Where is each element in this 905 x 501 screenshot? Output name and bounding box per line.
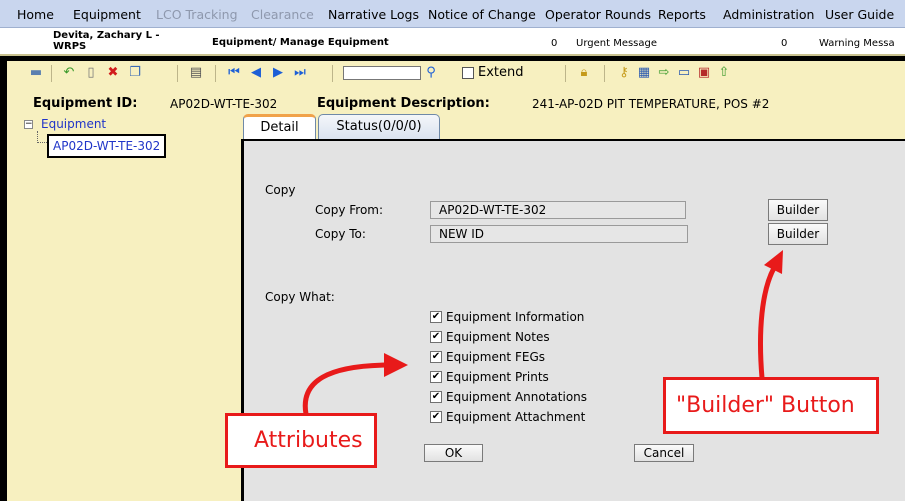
tab-detail[interactable]: Detail [243,114,316,140]
copy-what-label: Copy What: [265,290,335,304]
option-equipment-notes: Equipment Notes [446,330,550,344]
equipment-description-label: Equipment Description: [317,96,490,111]
menu-equipment[interactable]: Equipment [73,7,141,22]
copy-from-field[interactable]: AP02D-WT-TE-302 [430,201,686,219]
urgent-message-link[interactable]: Urgent Message [576,38,657,49]
copy-from-builder-button[interactable]: Builder [768,199,828,221]
menu-reports[interactable]: Reports [658,7,706,22]
cancel-button[interactable]: Cancel [634,444,694,462]
last-icon[interactable]: ⏭ [293,66,307,80]
lock-icon[interactable]: 🔒︎ [577,66,591,80]
equipment-panel: ▬ ↶ ▯ ✖ ❐ ▤ ⏮ ◀ ▶ ⏭ ⚲ Extend 🔒︎ ⚷ ▦ ⇨ ▭ … [7,61,905,501]
equipment-id-label: Equipment ID: [33,96,138,111]
upload-icon[interactable]: ⇧ [717,66,731,80]
menu-notice-of-change[interactable]: Notice of Change [428,7,536,22]
menu-clearance: Clearance [251,7,314,22]
delete-icon[interactable]: ✖ [106,66,120,80]
builder-button-callout: "Builder" Button [663,377,879,434]
toolbar-separator [565,65,566,82]
copy-icon[interactable]: ❐ [128,66,142,80]
copy-to-builder-button[interactable]: Builder [768,223,828,245]
toolbar-separator [215,65,216,82]
first-icon[interactable]: ⏮ [227,66,241,80]
copy-to-label: Copy To: [315,227,366,241]
main-frame: ▬ ↶ ▯ ✖ ❐ ▤ ⏮ ◀ ▶ ⏭ ⚲ Extend 🔒︎ ⚷ ▦ ⇨ ▭ … [0,56,905,501]
menu-administration[interactable]: Administration [723,7,814,22]
key-icon[interactable]: ⚷ [617,66,631,80]
menu-lco-tracking: LCO Tracking [156,7,238,22]
toolbar-search-input[interactable] [343,66,421,80]
option-equipment-fegs: Equipment FEGs [446,350,545,364]
toolbar: ▬ ↶ ▯ ✖ ❐ ▤ ⏮ ◀ ▶ ⏭ ⚲ Extend 🔒︎ ⚷ ▦ ⇨ ▭ … [7,61,905,86]
option-equipment-prints: Equipment Prints [446,370,549,384]
prev-icon[interactable]: ◀ [249,66,263,80]
toolbar-separator [51,65,52,82]
copy-section-label: Copy [265,183,296,197]
search-icon[interactable]: ⚲ [424,66,438,80]
checkbox-equipment-fegs[interactable]: ✔ [430,351,442,363]
option-equipment-information: Equipment Information [446,310,585,324]
checkbox-equipment-information[interactable]: ✔ [430,311,442,323]
checkbox-equipment-attachment[interactable]: ✔ [430,411,442,423]
ok-button[interactable]: OK [424,444,483,462]
top-menu-bar: Home Equipment LCO Tracking Clearance Na… [0,0,905,28]
tree-collapse-icon[interactable]: − [24,120,33,129]
menu-operator-rounds[interactable]: Operator Rounds [545,7,651,22]
tree-connector [37,131,47,143]
toolbar-separator [332,65,333,82]
menu-home[interactable]: Home [17,7,54,22]
equipment-description-value: 241-AP-02D PIT TEMPERATURE, POS #2 [532,97,770,111]
user-info-bar: Devita, Zachary L - WRPS Equipment/ Mana… [0,28,905,56]
tree-node-selected[interactable]: AP02D-WT-TE-302 [47,134,167,158]
document-icon[interactable]: ▭ [677,66,691,80]
undo-icon[interactable]: ↶ [62,66,76,80]
option-equipment-attachment: Equipment Attachment [446,410,586,424]
tree-root-equipment[interactable]: Equipment [41,117,106,131]
breadcrumb: Equipment/ Manage Equipment [212,37,389,48]
extend-label: Extend [478,65,524,80]
extend-checkbox[interactable] [462,67,474,79]
checkbox-equipment-prints[interactable]: ✔ [430,371,442,383]
tab-status[interactable]: Status(0/0/0) [318,114,440,140]
checkbox-equipment-notes[interactable]: ✔ [430,331,442,343]
urgent-message-count: 0 [551,38,558,49]
next-icon[interactable]: ▶ [271,66,285,80]
copy-to-field[interactable]: NEW ID [430,225,688,243]
export-icon[interactable]: ⇨ [657,66,671,80]
toolbar-separator [177,65,178,82]
warning-message-link[interactable]: Warning Messa [819,38,895,49]
save-icon[interactable]: ▬ [29,66,43,80]
user-name: Devita, Zachary L - WRPS [53,30,160,52]
toolbar-separator [604,65,605,82]
checkbox-equipment-annotations[interactable]: ✔ [430,391,442,403]
menu-narrative-logs[interactable]: Narrative Logs [328,7,419,22]
attributes-callout: Attributes [225,413,377,468]
option-equipment-annotations: Equipment Annotations [446,390,588,404]
print-icon[interactable]: ▤ [189,66,203,80]
menu-user-guide[interactable]: User Guide [825,7,894,22]
equipment-id-value: AP02D-WT-TE-302 [170,97,278,111]
grid-icon[interactable]: ▦ [637,66,651,80]
copy-from-label: Copy From: [315,203,384,217]
warning-message-count: 0 [781,38,788,49]
new-icon[interactable]: ▯ [84,66,98,80]
report-icon[interactable]: ▣ [697,66,711,80]
